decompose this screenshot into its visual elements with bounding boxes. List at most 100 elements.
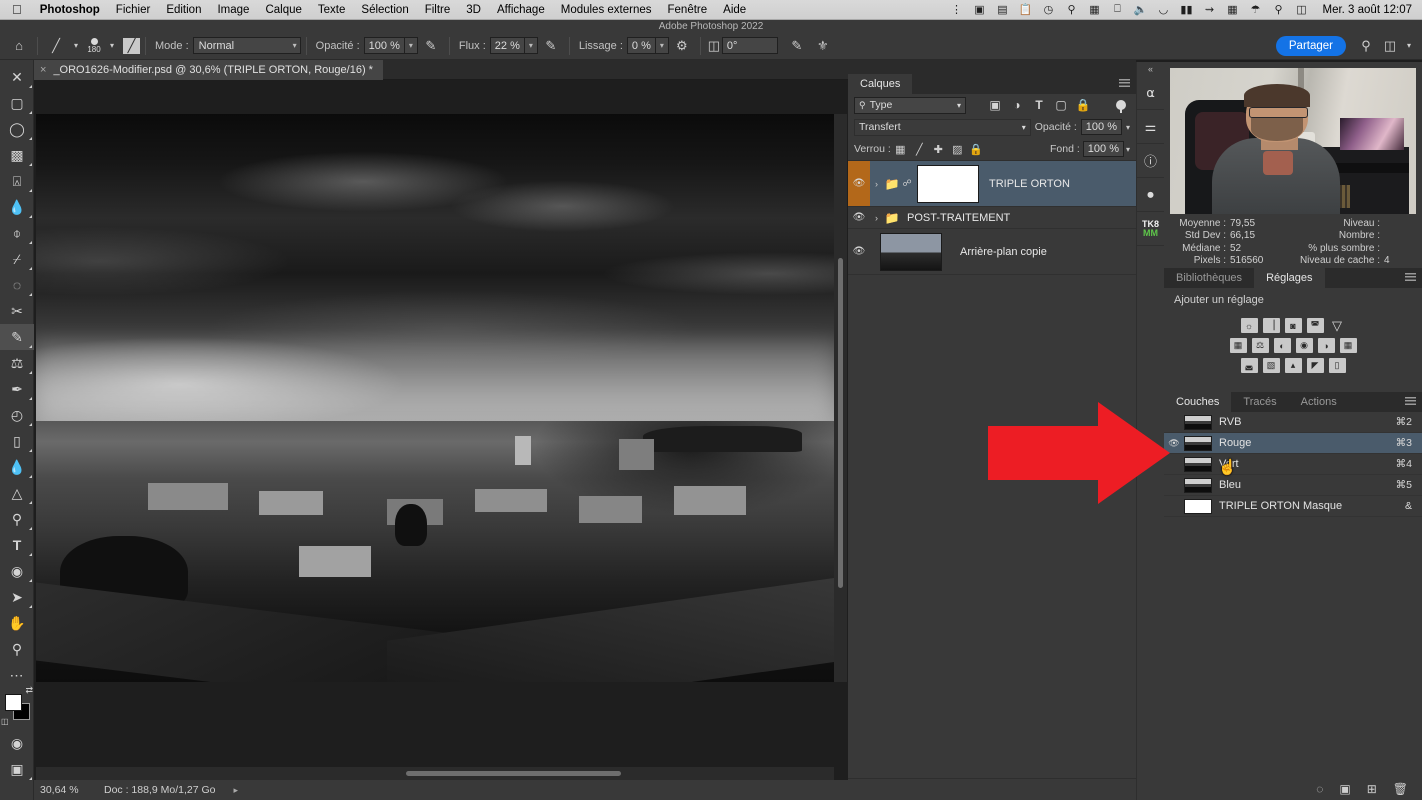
eraser-tool[interactable]: ◴ (0, 402, 34, 428)
blend-mode-select[interactable]: Normal ▾ (192, 37, 301, 54)
zoom-level[interactable]: 30,64 % (34, 784, 96, 796)
vpn-icon[interactable]: ◡ (1153, 3, 1173, 16)
threshold-adjustment-icon[interactable]: ▴ (1284, 358, 1302, 373)
battery-icon[interactable]: ▦ (1222, 3, 1242, 16)
panel-menu-icon[interactable] (1119, 79, 1130, 88)
brush-tool[interactable]: ✎ (0, 324, 34, 350)
actions-panel-icon[interactable]: ⏺ (1137, 178, 1164, 212)
horizontal-scrollbar-thumb[interactable] (406, 771, 621, 776)
chevron-down-icon[interactable]: ▾ (1126, 123, 1130, 132)
lock-artboard-icon[interactable]: ▨ (948, 140, 967, 158)
spotlight-search-icon[interactable]: ⚲ (1268, 3, 1288, 16)
menu-item-affichage[interactable]: Affichage (489, 4, 553, 16)
menu-item-calque[interactable]: Calque (257, 4, 309, 16)
info-panel-icon[interactable]: ⓘ (1137, 144, 1164, 178)
layer-list[interactable]: 👁 › 📁 ☍ TRIPLE ORTON 👁 › 📁 POST-TRAITEME… (848, 160, 1136, 778)
healing-brush-tool[interactable]: ⌿ (0, 246, 34, 272)
layer-name[interactable]: POST-TRAITEMENT (901, 212, 1010, 224)
channel-row-rvb[interactable]: RVB ⌘2 (1164, 412, 1422, 433)
crop-tool[interactable]: ⍓ (0, 168, 34, 194)
pen-tool[interactable]: ⚲ (0, 506, 34, 532)
clone-stamp-tool[interactable]: ⚖ (0, 350, 34, 376)
lock-transparency-icon[interactable]: ▦ (891, 140, 910, 158)
channel-row-vert[interactable]: Vert ⌘4 (1164, 454, 1422, 475)
menu-item-modules-externes[interactable]: Modules externes (553, 4, 660, 16)
channel-mixer-adjustment-icon[interactable]: ◑ (1317, 338, 1335, 353)
layer-fill-input[interactable]: 100 % (1082, 141, 1124, 157)
tab-calques[interactable]: Calques (848, 74, 913, 94)
object-selection-tool[interactable]: ▩ (0, 142, 34, 168)
layer-blend-mode-select[interactable]: Transfert ▾ (854, 118, 1031, 136)
history-panel-icon[interactable]: ⍺ (1137, 76, 1164, 110)
smoothing-input[interactable]: 0 % (626, 37, 656, 54)
share-button[interactable]: Partager (1275, 35, 1346, 56)
tk8-panel-icon[interactable]: TK8 MM (1137, 212, 1164, 246)
flow-input[interactable]: 22 % (489, 37, 525, 54)
photo-filter-adjustment-icon[interactable]: ◉ (1295, 338, 1313, 353)
type-filter-icon[interactable]: T (1028, 95, 1050, 115)
menu-item-image[interactable]: Image (209, 4, 257, 16)
panel-menu-icon[interactable] (1405, 397, 1416, 406)
brush-panel-icon[interactable]: ╱ (123, 37, 140, 54)
foreground-color-swatch[interactable] (5, 694, 22, 711)
spot-healing-brush-tool[interactable]: ⌽ (0, 220, 34, 246)
workspace-icon[interactable]: ◫ (1378, 34, 1402, 58)
brush-size-indicator[interactable]: 180 (83, 38, 105, 54)
symmetry-icon[interactable]: ⚜ (810, 34, 836, 58)
document-image[interactable] (36, 114, 834, 682)
vertical-scrollbar[interactable] (834, 114, 847, 682)
binoculars-icon[interactable]: ⚲ (1061, 3, 1081, 16)
posterize-adjustment-icon[interactable]: ▧ (1262, 358, 1280, 373)
menu-item-fenetre[interactable]: Fenêtre (660, 4, 716, 16)
delete-channel-icon[interactable]: 🗑 (1393, 782, 1408, 796)
layer-thumbnail[interactable] (880, 232, 942, 271)
load-channel-as-selection-icon[interactable]: ◌ (1316, 782, 1323, 796)
layer-opacity-input[interactable]: 100 % (1080, 119, 1122, 135)
control-center-icon[interactable]: ◫ (1291, 3, 1311, 16)
path-selection-tool[interactable]: ◉ (0, 558, 34, 584)
channel-row-triple-orton-masque[interactable]: TRIPLE ORTON Masque & (1164, 496, 1422, 517)
angle-input[interactable]: 0° (721, 37, 778, 54)
color-lookup-adjustment-icon[interactable]: ▦ (1339, 338, 1357, 353)
lasso-tool[interactable]: ◯ (0, 116, 34, 142)
layer-visibility-toggle[interactable]: 👁 (848, 229, 870, 274)
lock-image-icon[interactable]: ╱ (910, 140, 929, 158)
layer-row-triple-orton[interactable]: 👁 › 📁 ☍ TRIPLE ORTON (848, 161, 1136, 207)
menu-item-texte[interactable]: Texte (310, 4, 354, 16)
flag-belgium-icon[interactable]: ▮▮ (1176, 3, 1196, 16)
monitor-icon[interactable]: ⎕ (1107, 3, 1127, 16)
panel-menu-icon[interactable] (1405, 273, 1416, 282)
layer-mask-thumbnail[interactable] (917, 164, 979, 203)
screen-record-icon[interactable]: ▣ (969, 3, 989, 16)
pressure-opacity-icon[interactable]: ✎ (418, 34, 444, 58)
brush-preset-icon[interactable]: ╱ (43, 34, 69, 58)
clock-icon[interactable]: ◷ (1038, 3, 1058, 16)
menu-item-photoshop[interactable]: Photoshop (32, 4, 108, 16)
menu-item-3d[interactable]: 3D (458, 4, 489, 16)
history-brush-tool[interactable]: ✒ (0, 376, 34, 402)
lock-position-icon[interactable]: ✚ (929, 140, 948, 158)
exposure-adjustment-icon[interactable]: ◚ (1306, 318, 1324, 333)
layer-expand-icon[interactable]: › (870, 179, 883, 189)
channel-row-rouge[interactable]: 👁 Rouge ⌘3 (1164, 433, 1422, 454)
shape-filter-icon[interactable]: ▢ (1050, 95, 1072, 115)
channel-row-bleu[interactable]: Bleu ⌘5 (1164, 475, 1422, 496)
screen-mode-icon[interactable]: ▣ (0, 756, 34, 782)
tab-bibliotheques[interactable]: Bibliothèques (1164, 268, 1254, 288)
horizontal-scrollbar[interactable] (36, 767, 834, 780)
layer-row-post-traitement[interactable]: 👁 › 📁 POST-TRAITEMENT (848, 207, 1136, 229)
curves-adjustment-icon[interactable]: ◙ (1284, 318, 1302, 333)
zoom-tool[interactable]: ⚲ (0, 636, 34, 662)
chevron-down-icon[interactable]: ▾ (1402, 34, 1416, 58)
pressure-size-icon[interactable]: ✎ (784, 34, 810, 58)
quick-mask-icon[interactable]: ◉ (0, 730, 34, 756)
gradient-tool[interactable]: ▯ (0, 428, 34, 454)
layer-name[interactable]: Arrière-plan copie (946, 246, 1047, 258)
dropbox-icon[interactable]: ⋮ (946, 3, 966, 16)
hue-saturation-adjustment-icon[interactable]: ▦ (1229, 338, 1247, 353)
menu-item-fichier[interactable]: Fichier (108, 4, 159, 16)
brightness-contrast-adjustment-icon[interactable]: ☼ (1240, 318, 1258, 333)
brush-preset-caret-icon[interactable]: ▾ (69, 34, 83, 58)
dodge-tool[interactable]: △ (0, 480, 34, 506)
volume-icon[interactable]: 🔈 (1130, 3, 1150, 16)
